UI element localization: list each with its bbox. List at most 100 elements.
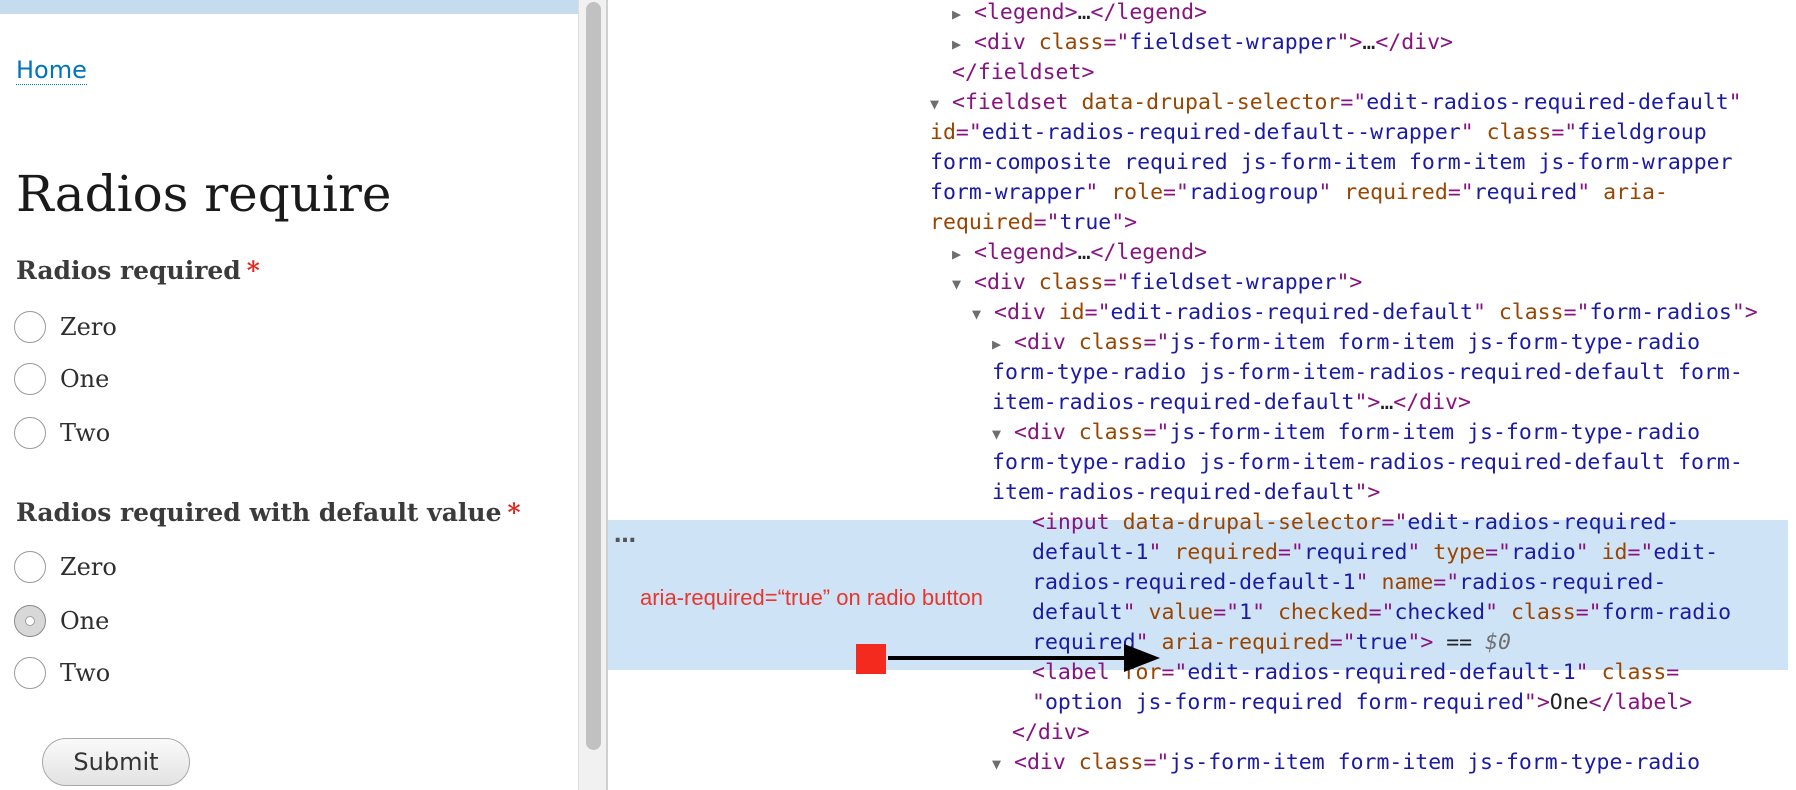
code-token: data-drupal-selector bbox=[1081, 90, 1341, 115]
code-token: </legend> bbox=[1090, 0, 1208, 25]
code-token: One bbox=[1549, 690, 1589, 715]
dom-node-line[interactable]: id="edit-radios-required-default--wrappe… bbox=[930, 118, 1707, 148]
radio-default-option-two[interactable]: Two bbox=[14, 656, 110, 690]
code-token: <div bbox=[1014, 330, 1079, 355]
annotation-label: aria-required=“true” on radio button bbox=[640, 585, 984, 610]
dom-node-line[interactable]: ▶ <legend>…</legend> bbox=[952, 238, 1207, 268]
code-token: edit-radios-required-default bbox=[1366, 90, 1729, 115]
page-scrollbar[interactable] bbox=[578, 0, 606, 790]
collapse-arrow-icon[interactable]: ▼ bbox=[952, 269, 974, 299]
expand-arrow-icon[interactable]: ▶ bbox=[992, 329, 1014, 359]
annotation-arrow-icon bbox=[888, 644, 1160, 672]
code-token: class bbox=[1498, 300, 1564, 325]
scrollbar-thumb[interactable] bbox=[586, 2, 601, 750]
radio-label[interactable]: One bbox=[60, 606, 109, 636]
radio-option-two[interactable]: Two bbox=[14, 416, 110, 450]
collapse-arrow-icon[interactable]: ▼ bbox=[992, 749, 1014, 779]
radio-button[interactable] bbox=[14, 657, 46, 689]
code-token: fieldset-wrapper bbox=[1129, 30, 1337, 55]
dom-node-line[interactable]: ▶ <legend>…</legend> bbox=[952, 0, 1207, 28]
code-token: edit- bbox=[1653, 540, 1719, 565]
radio-label[interactable]: Zero bbox=[60, 552, 117, 582]
code-token: " bbox=[1148, 540, 1175, 565]
code-token: </label> bbox=[1588, 690, 1693, 715]
code-token: =" bbox=[1213, 600, 1240, 625]
radio-button[interactable] bbox=[14, 551, 46, 583]
dom-node-line[interactable]: ▼ <div id="edit-radios-required-default" … bbox=[972, 298, 1758, 328]
radio-label[interactable]: Zero bbox=[60, 312, 117, 342]
radio-option-zero[interactable]: Zero bbox=[14, 310, 117, 344]
code-token: " bbox=[1252, 600, 1278, 625]
breadcrumb-home-link[interactable]: Home bbox=[16, 56, 87, 85]
code-token: option js-form-required form-required bbox=[1044, 690, 1524, 715]
code-token: aria- bbox=[1603, 180, 1668, 205]
radio-button[interactable] bbox=[14, 311, 46, 343]
dom-node-line[interactable]: radios-required-default-1" name="radios-… bbox=[1032, 568, 1666, 598]
dom-node-line[interactable]: required="true"> bbox=[930, 208, 1137, 238]
dom-node-line[interactable]: "option js-form-required form-required">… bbox=[1032, 688, 1692, 718]
dom-node-line[interactable]: </fieldset> bbox=[952, 58, 1094, 88]
expand-arrow-icon[interactable]: ▶ bbox=[952, 0, 974, 29]
annotation-marker bbox=[856, 644, 886, 674]
collapse-arrow-icon[interactable]: ▼ bbox=[930, 89, 952, 119]
required-star: * bbox=[246, 256, 260, 285]
radio-button-checked[interactable] bbox=[14, 605, 46, 637]
collapse-arrow-icon[interactable]: ▼ bbox=[992, 419, 1014, 449]
radios-required-legend: Radios required * bbox=[16, 256, 260, 286]
required-star: * bbox=[507, 498, 521, 527]
dom-node-line[interactable]: form-wrapper" role="radiogroup" required… bbox=[930, 178, 1668, 208]
code-token: … bbox=[1077, 0, 1091, 25]
radio-option-one[interactable]: One bbox=[14, 362, 109, 396]
dom-node-line[interactable]: ▶ <div class="js-form-item form-item js-f… bbox=[992, 328, 1700, 358]
code-token: " bbox=[1575, 540, 1602, 565]
code-token: item-radios-required-default bbox=[992, 390, 1355, 415]
code-token: form-type-radio js-form-item-radios-requ… bbox=[992, 450, 1743, 475]
collapse-arrow-icon[interactable]: ▼ bbox=[972, 299, 994, 329]
code-token: =" bbox=[1563, 300, 1590, 325]
radio-label[interactable]: Two bbox=[60, 658, 110, 688]
radio-button[interactable] bbox=[14, 363, 46, 395]
more-options-icon[interactable]: … bbox=[614, 521, 637, 551]
code-token: class bbox=[1038, 270, 1104, 295]
code-token: form-composite required js-form-item for… bbox=[930, 150, 1733, 175]
code-token: =" bbox=[1084, 300, 1111, 325]
dom-node-line[interactable]: ▶ <div class="fieldset-wrapper">…</div> bbox=[952, 28, 1453, 58]
code-token: =" bbox=[1033, 210, 1060, 235]
dom-node-line[interactable]: form-composite required js-form-item for… bbox=[930, 148, 1733, 178]
dom-node-line[interactable]: ▼ <div class="fieldset-wrapper"> bbox=[952, 268, 1362, 298]
code-token: radio bbox=[1510, 540, 1576, 565]
code-token: " bbox=[1355, 570, 1382, 595]
dom-node-line[interactable]: item-radios-required-default"> bbox=[992, 478, 1380, 508]
dom-node-line[interactable]: item-radios-required-default">…</div> bbox=[992, 388, 1471, 418]
dom-node-line[interactable]: default-1" required="required" type="rad… bbox=[1032, 538, 1718, 568]
dom-node-line[interactable]: <input data-drupal-selector="edit-radios… bbox=[1032, 508, 1679, 538]
radio-label[interactable]: Two bbox=[60, 418, 110, 448]
code-token: </div> bbox=[1012, 720, 1090, 745]
dom-node-line[interactable]: default" value="1" checked="checked" cla… bbox=[1032, 598, 1731, 628]
code-token: edit-radios-required-default bbox=[1110, 300, 1473, 325]
code-token: radiogroup bbox=[1188, 180, 1319, 205]
code-token: class bbox=[1486, 120, 1552, 145]
radio-label[interactable]: One bbox=[60, 364, 109, 394]
code-token: class bbox=[1038, 30, 1104, 55]
dom-node-line[interactable]: ▼ <div class="js-form-item form-item js-f… bbox=[992, 748, 1700, 778]
dom-node-line[interactable]: form-type-radio js-form-item-radios-requ… bbox=[992, 358, 1743, 388]
code-token: =" bbox=[1447, 180, 1474, 205]
code-token: id bbox=[1601, 540, 1628, 565]
code-token: role bbox=[1111, 180, 1164, 205]
code-token: edit-radios-required- bbox=[1407, 510, 1680, 535]
submit-button[interactable]: Submit bbox=[42, 738, 190, 786]
code-token: <legend> bbox=[974, 240, 1078, 265]
expand-arrow-icon[interactable]: ▶ bbox=[952, 239, 974, 269]
code-token: <div bbox=[1014, 420, 1079, 445]
dom-node-line[interactable]: ▼ <fieldset data-drupal-selector="edit-ra… bbox=[930, 88, 1742, 118]
radio-default-option-zero[interactable]: Zero bbox=[14, 550, 117, 584]
dom-node-line[interactable]: form-type-radio js-form-item-radios-requ… bbox=[992, 448, 1743, 478]
radio-default-option-one[interactable]: One bbox=[14, 604, 109, 638]
dom-node-line[interactable]: ▼ <div class="js-form-item form-item js-f… bbox=[992, 418, 1700, 448]
code-token: form-radio bbox=[1601, 600, 1732, 625]
expand-arrow-icon[interactable]: ▶ bbox=[952, 29, 974, 59]
dom-node-line[interactable]: </div> bbox=[1012, 718, 1090, 748]
radio-button[interactable] bbox=[14, 417, 46, 449]
code-token: class bbox=[1601, 660, 1667, 685]
